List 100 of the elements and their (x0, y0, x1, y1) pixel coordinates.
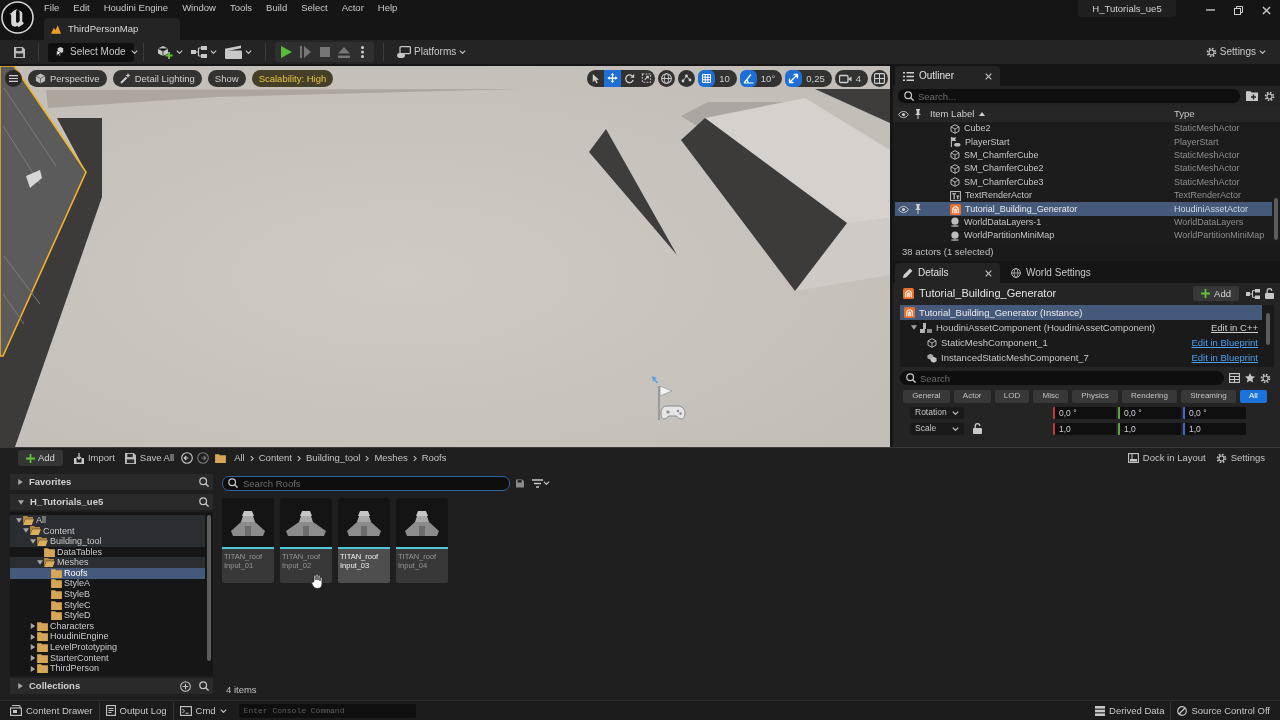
collapsed-arrow-icon[interactable] (18, 683, 23, 689)
expanded-arrow-icon[interactable] (37, 560, 43, 566)
number-field[interactable]: 0,0 ° (1053, 406, 1116, 419)
menu-item[interactable]: Actor (334, 0, 371, 16)
settings-icon[interactable] (1264, 90, 1275, 102)
move-tool-button[interactable] (604, 70, 622, 87)
component-row[interactable]: InstancedStaticMeshComponent_7 Edit in Blueprint (900, 350, 1262, 365)
source-control-button[interactable]: Source Control Off (1171, 701, 1276, 720)
breadcrumb-link[interactable]: Meshes (369, 452, 413, 464)
snap-button[interactable]: 0,25 (785, 70, 832, 87)
close-icon[interactable] (985, 72, 992, 80)
search-icon[interactable] (904, 91, 914, 101)
padlock-icon[interactable] (1265, 288, 1274, 299)
caret-icon[interactable] (459, 50, 467, 54)
folder-tree-item[interactable]: Roofs (10, 567, 205, 579)
filter-tab[interactable]: Actor (953, 389, 991, 403)
column-header[interactable]: Item Label (925, 108, 986, 120)
add-component-button[interactable]: Add (1193, 286, 1239, 301)
dock-in-layout-button[interactable]: Dock in Layout (1122, 449, 1211, 467)
search-field[interactable]: Search Roofs (222, 475, 510, 491)
collapsed-arrow-icon[interactable] (18, 479, 23, 485)
folder-tree-item[interactable]: HoudiniEngine (10, 631, 205, 643)
number-field[interactable]: 0,0 ° (1183, 406, 1246, 419)
caret-icon[interactable] (1259, 50, 1266, 54)
menu-item[interactable]: File (37, 0, 67, 16)
search-icon[interactable] (199, 477, 209, 487)
settings-icon[interactable] (1260, 372, 1271, 384)
table-icon[interactable] (1229, 373, 1240, 383)
settings-button[interactable]: Settings (1210, 449, 1270, 467)
expanded-arrow-icon[interactable] (30, 539, 36, 544)
property-dropdown[interactable]: Rotation (910, 406, 964, 419)
scrollbar-thumb[interactable] (1274, 198, 1278, 240)
cmd-dropdown[interactable]: Cmd (173, 701, 233, 720)
collapsed-arrow-icon[interactable] (30, 655, 36, 661)
grid-icon[interactable] (698, 70, 716, 87)
outliner-row[interactable]: Tutorial_Building_Generator HoudiniAssetActor (895, 202, 1272, 216)
folder-tree-item[interactable]: DataTables (10, 546, 205, 558)
settings-icon[interactable] (1215, 452, 1227, 464)
folder-tree-item[interactable]: StarterContent (10, 652, 205, 664)
collapsed-arrow-icon[interactable] (30, 665, 36, 672)
edit-link[interactable]: Edit in Blueprint (1191, 351, 1258, 364)
snap-button[interactable]: 10 (698, 70, 737, 87)
collapsed-arrow-icon[interactable] (30, 623, 36, 630)
folder-tree-item[interactable]: LevelPrototyping (10, 642, 205, 653)
expanded-arrow-icon[interactable] (23, 528, 29, 534)
view-option-button[interactable]: Perspective (28, 70, 107, 87)
eye-icon[interactable] (897, 110, 909, 118)
panel-tab[interactable]: Details (895, 263, 1000, 283)
folder-tree-item[interactable]: Building_tool (10, 536, 205, 547)
caret-icon[interactable] (176, 50, 183, 54)
derived-data-button[interactable]: Derived Data (1089, 701, 1171, 720)
edit-link[interactable]: Edit in C++ (1211, 321, 1258, 334)
filter-tab[interactable]: LOD (994, 389, 1030, 403)
menu-item[interactable]: Window (175, 0, 223, 16)
search-icon[interactable] (228, 477, 238, 488)
folder-tree-item[interactable]: All (10, 515, 205, 526)
platforms-button[interactable]: Platforms (393, 42, 471, 62)
filter-tab[interactable]: Streaming (1181, 389, 1236, 403)
output-log-button[interactable]: Output Log (99, 701, 173, 720)
outliner-row[interactable]: SM_ChamferCube2 StaticMeshActor (895, 162, 1272, 176)
component-row[interactable]: Tutorial_Building_Generator (Instance) (900, 305, 1262, 320)
pin-icon[interactable] (915, 204, 921, 215)
settings-button[interactable]: Settings (1201, 42, 1270, 62)
section-header[interactable]: Favorites (10, 474, 213, 490)
section-header[interactable]: Collections (10, 678, 213, 694)
component-row[interactable]: HoudiniAssetComponent (HoudiniAssetComponent) Edit in C++ (900, 320, 1262, 335)
component-row[interactable]: StaticMeshComponent_1 Edit in Blueprint (900, 335, 1262, 350)
caret-icon[interactable] (130, 50, 138, 54)
outliner-row[interactable]: PlayerStart PlayerStart (895, 135, 1272, 149)
outliner-row[interactable]: TextRenderActor TextRenderActor (895, 188, 1272, 203)
menu-item[interactable]: Select (294, 0, 335, 16)
filter-tab[interactable]: Rendering (1121, 389, 1178, 403)
menu-item[interactable]: Houdini Engine (96, 0, 176, 16)
collapsed-arrow-icon[interactable] (30, 633, 36, 640)
folder-tree-item[interactable]: Characters (10, 620, 205, 632)
property-dropdown[interactable]: Scale (910, 422, 964, 435)
filter-tab[interactable]: Physics (1072, 389, 1118, 403)
level-tab[interactable]: ThirdPersonMap (44, 18, 180, 40)
caret-icon[interactable] (210, 50, 217, 54)
close-icon[interactable] (1261, 5, 1271, 15)
add-icon[interactable] (180, 680, 191, 692)
folder-tree-item[interactable]: StyleC (10, 599, 205, 611)
caret-icon[interactable] (952, 426, 959, 431)
search-field[interactable]: Search (900, 371, 1224, 385)
collapsed-arrow-icon[interactable] (30, 644, 36, 651)
save-icon[interactable] (516, 478, 524, 488)
folder-tree-item[interactable]: Meshes (10, 557, 205, 568)
filter-tab[interactable]: All (1239, 389, 1267, 403)
camera-icon[interactable] (838, 73, 852, 84)
column-header[interactable]: Type (1174, 108, 1195, 120)
view-option-button[interactable]: Scalability: High (251, 70, 334, 87)
filter-tab[interactable]: Misc (1033, 389, 1069, 403)
scrollbar-thumb[interactable] (207, 515, 211, 661)
view-option-button[interactable]: Detail Lighting (112, 70, 202, 87)
number-field[interactable]: 1,0 (1053, 422, 1116, 435)
console-input[interactable]: Enter Console Command (238, 703, 416, 718)
padlock-icon[interactable] (972, 423, 982, 434)
view-option-button[interactable]: Show (207, 70, 246, 87)
filter-tab[interactable]: General (903, 389, 950, 403)
breadcrumb-link[interactable]: Building_tool (301, 452, 366, 464)
